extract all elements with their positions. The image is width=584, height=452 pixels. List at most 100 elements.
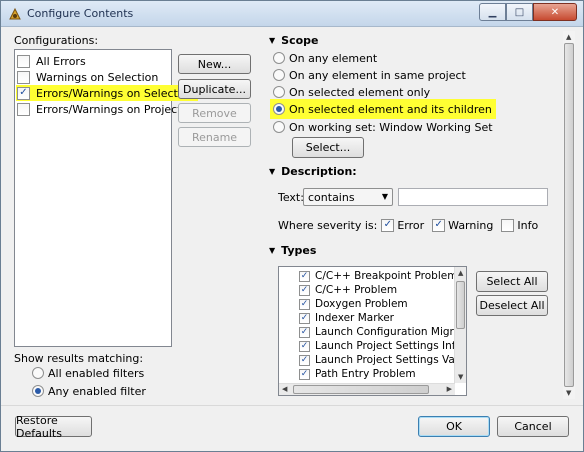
dialog-title: Configure Contents <box>27 7 134 20</box>
checkmark-icon: ✓ <box>300 312 309 323</box>
type-row[interactable]: ✓ C/C++ Problem <box>299 283 397 297</box>
description-section-header[interactable]: ▼ Description: <box>269 165 357 178</box>
radio-button-selected[interactable] <box>273 103 285 115</box>
title-bar[interactable]: Configure Contents ▁ □ ✕ <box>1 1 583 27</box>
scope-option-selected-only[interactable]: On selected element only <box>273 84 430 100</box>
checkbox-checked[interactable]: ✓ <box>299 298 310 310</box>
checkbox-checked[interactable]: ✓ <box>299 284 310 296</box>
severity-info-label: Info <box>517 218 539 232</box>
minimize-icon: ▁ <box>488 6 497 18</box>
checkbox-checked[interactable]: ✓ <box>299 368 310 380</box>
chevron-down-icon: ▼ <box>381 192 388 201</box>
option-any-enabled-filter[interactable]: Any enabled filter <box>32 383 146 399</box>
scope-option-selected-and-children[interactable]: On selected element and its children <box>270 99 496 119</box>
config-item-all-errors[interactable]: All Errors <box>17 53 86 69</box>
scroll-down-icon[interactable]: ▼ <box>566 389 571 397</box>
checkbox-checked[interactable]: ✓ <box>299 354 310 366</box>
close-button[interactable]: ✕ <box>533 3 577 21</box>
scroll-up-icon[interactable]: ▲ <box>566 33 571 41</box>
scroll-right-icon[interactable]: ▶ <box>447 385 452 393</box>
type-row[interactable]: ✓ Launch Project Settings Info <box>299 339 462 353</box>
config-item-label: Errors/Warnings on Project <box>36 102 182 116</box>
checkbox[interactable] <box>17 102 30 116</box>
type-row[interactable]: ✓ Doxygen Problem <box>299 297 408 311</box>
dialog-vertical-scrollbar[interactable]: ▲ ▼ <box>563 31 575 399</box>
config-item-errors-warnings-on-selection[interactable]: ✓ Errors/Warnings on Selection <box>16 85 198 101</box>
checkbox[interactable] <box>17 70 30 84</box>
option-label: Any enabled filter <box>48 384 146 398</box>
deselect-all-button[interactable]: Deselect All <box>476 295 548 316</box>
config-item-errors-warnings-on-project[interactable]: Errors/Warnings on Project <box>17 101 182 117</box>
radio-button[interactable] <box>273 52 285 64</box>
description-text-input[interactable] <box>398 188 548 206</box>
app-icon <box>9 7 21 20</box>
type-row[interactable]: ✓ C/C++ Breakpoint Problem <box>299 269 457 283</box>
scope-option-working-set[interactable]: On working set: Window Working Set <box>273 119 493 135</box>
types-list[interactable]: ✓ C/C++ Breakpoint Problem ✓ C/C++ Probl… <box>278 266 467 396</box>
checkbox-checked[interactable]: ✓ <box>17 86 30 100</box>
select-working-set-button[interactable]: Select... <box>292 137 364 158</box>
type-row[interactable]: ✓ Path Entry Problem <box>299 367 416 381</box>
type-row[interactable]: ✓ Launch Project Settings Validation <box>299 353 466 367</box>
footer-divider <box>1 405 583 406</box>
checkbox-checked[interactable]: ✓ <box>299 326 310 338</box>
scroll-up-icon[interactable]: ▲ <box>458 269 463 277</box>
radio-button[interactable] <box>273 69 285 81</box>
text-match-select[interactable]: contains ▼ <box>303 188 393 206</box>
new-button[interactable]: New... <box>178 54 251 74</box>
checkbox-checked-error[interactable]: ✓ <box>381 218 395 232</box>
type-label: Doxygen Problem <box>315 298 408 310</box>
radio-button-selected[interactable] <box>32 385 44 397</box>
configure-contents-dialog: Configure Contents ▁ □ ✕ Configurations:… <box>0 0 584 452</box>
option-all-enabled-filters[interactable]: All enabled filters <box>32 365 144 381</box>
duplicate-button[interactable]: Duplicate... <box>178 79 251 99</box>
scope-option-same-project[interactable]: On any element in same project <box>273 67 466 83</box>
type-row[interactable]: ✓ Indexer Marker <box>299 311 394 325</box>
severity-error-label: Error <box>397 218 425 232</box>
checkbox[interactable] <box>17 54 30 68</box>
checkmark-icon: ✓ <box>383 219 393 230</box>
scroll-thumb[interactable] <box>564 43 574 387</box>
cancel-button[interactable]: Cancel <box>497 416 569 437</box>
type-label: Launch Configuration Migration <box>315 326 467 338</box>
type-label: Launch Project Settings Info <box>315 340 462 352</box>
option-label: On any element <box>289 51 378 65</box>
type-row[interactable]: ✓ Launch Configuration Migration <box>299 325 467 339</box>
select-value: contains <box>308 190 355 204</box>
scroll-thumb[interactable] <box>293 385 429 394</box>
type-label: Path Entry Problem <box>315 368 416 380</box>
close-icon: ✕ <box>550 6 560 18</box>
checkbox-checked-warning[interactable]: ✓ <box>432 218 446 232</box>
maximize-button[interactable]: □ <box>506 3 533 21</box>
radio-button[interactable] <box>273 86 285 98</box>
config-item-warnings-on-selection[interactable]: Warnings on Selection <box>17 69 158 85</box>
radio-button[interactable] <box>32 367 44 379</box>
types-vertical-scrollbar[interactable]: ▲ ▼ <box>454 267 466 383</box>
checkmark-icon: ✓ <box>300 354 309 365</box>
scope-section-header[interactable]: ▼ Scope <box>269 34 319 47</box>
option-label: All enabled filters <box>48 366 145 380</box>
checkbox-checked[interactable]: ✓ <box>299 270 310 282</box>
checkbox-checked[interactable]: ✓ <box>299 312 310 324</box>
checkbox-info[interactable] <box>501 218 515 232</box>
option-label: On any element in same project <box>289 68 466 82</box>
radio-button[interactable] <box>273 121 285 133</box>
types-horizontal-scrollbar[interactable]: ◀ ▶ <box>279 383 455 395</box>
scroll-thumb[interactable] <box>456 281 465 329</box>
checkmark-icon: ✓ <box>300 368 309 379</box>
types-section-header[interactable]: ▼ Types <box>269 244 316 257</box>
restore-defaults-button[interactable]: Restore Defaults <box>15 414 92 440</box>
remove-button[interactable]: Remove <box>178 103 251 123</box>
scope-option-any-element[interactable]: On any element <box>273 50 377 66</box>
scroll-down-icon[interactable]: ▼ <box>458 373 463 381</box>
minimize-button[interactable]: ▁ <box>479 3 506 21</box>
collapse-icon: ▼ <box>269 167 276 176</box>
configurations-list[interactable]: All Errors Warnings on Selection ✓ Error… <box>14 49 198 347</box>
collapse-icon: ▼ <box>269 36 276 45</box>
scroll-left-icon[interactable]: ◀ <box>282 385 287 393</box>
rename-button[interactable]: Rename <box>178 127 251 147</box>
checkbox-checked[interactable]: ✓ <box>299 340 310 352</box>
ok-button[interactable]: OK <box>418 416 490 437</box>
select-all-button[interactable]: Select All <box>476 271 548 292</box>
severity-warning-label: Warning <box>448 218 494 232</box>
